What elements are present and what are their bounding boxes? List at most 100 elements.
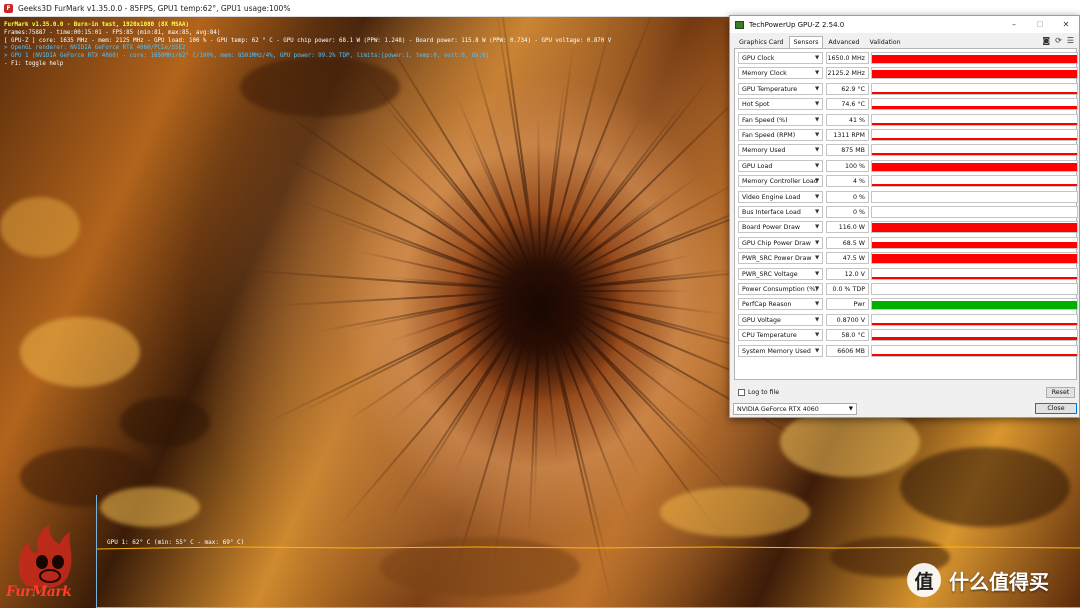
sensor-value: 68.5 W xyxy=(826,236,869,249)
sensor-name[interactable]: System Memory Used xyxy=(738,344,823,357)
gpu-select-value: NVIDIA GeForce RTX 4060 xyxy=(737,406,819,413)
tab-validation[interactable]: Validation xyxy=(865,36,906,48)
sensor-graph-bar xyxy=(872,241,1077,248)
sensor-name[interactable]: GPU Load xyxy=(738,159,823,172)
chevron-down-icon[interactable]: ▼ xyxy=(815,224,819,230)
sensor-graph xyxy=(871,67,1078,80)
sensor-name[interactable]: GPU Temperature xyxy=(738,82,823,95)
close-button[interactable]: Close xyxy=(1035,403,1077,414)
sensor-value: 0 % xyxy=(826,206,869,218)
chevron-down-icon[interactable]: ▼ xyxy=(815,317,819,323)
sensor-row: GPU Load ▼ 100 % xyxy=(738,159,1078,173)
sensor-graph-bar xyxy=(872,223,1077,233)
sensor-name[interactable]: Fan Speed (RPM) xyxy=(738,129,823,141)
chevron-down-icon[interactable]: ▼ xyxy=(815,332,819,338)
chevron-down-icon[interactable]: ▼ xyxy=(815,117,819,123)
sensor-graph xyxy=(871,98,1078,111)
gpuz-window: TechPowerUp GPU-Z 2.54.0 – ☐ ✕ Graphics … xyxy=(729,15,1080,418)
sensor-name[interactable]: Video Engine Load xyxy=(738,190,823,203)
chevron-down-icon[interactable]: ▼ xyxy=(815,86,819,92)
log-to-file-label: Log to file xyxy=(748,389,780,396)
overlay-help: - F1: toggle help xyxy=(4,60,64,67)
chevron-down-icon[interactable]: ▼ xyxy=(815,348,819,354)
sensor-graph xyxy=(871,82,1078,95)
sensor-name[interactable]: Power Consumption (%) xyxy=(738,283,823,295)
chevron-down-icon[interactable]: ▼ xyxy=(815,255,819,261)
sensor-name[interactable]: PWR_SRC Voltage xyxy=(738,267,823,280)
sensor-row: GPU Clock ▼ 1650.0 MHz xyxy=(738,52,1078,65)
close-window-button[interactable]: ✕ xyxy=(1053,16,1079,33)
sensors-panel: GPU Clock ▼ 1650.0 MHz Memory Clock ▼ 2125.2 … xyxy=(734,48,1078,380)
sensor-name[interactable]: GPU Chip Power Draw xyxy=(738,236,823,249)
tab-advanced[interactable]: Advanced xyxy=(823,36,864,48)
sensor-value: Pwr xyxy=(826,298,869,311)
chevron-down-icon[interactable]: ▼ xyxy=(815,209,819,215)
chevron-down-icon[interactable]: ▼ xyxy=(815,163,819,169)
sensor-graph-bar xyxy=(872,322,1077,325)
sensor-value: 6606 MB xyxy=(826,344,869,357)
sensor-row: Bus Interface Load ▼ 0 % xyxy=(738,206,1078,219)
menu-icon[interactable]: ☰ xyxy=(1067,36,1074,45)
sensor-row: GPU Voltage ▼ 0.8700 V xyxy=(738,313,1078,327)
fur-streak xyxy=(539,290,744,504)
gpu-select-dropdown[interactable]: NVIDIA GeForce RTX 4060 ▼ xyxy=(733,403,857,415)
chevron-down-icon[interactable]: ▼ xyxy=(815,271,819,277)
sensor-value: 62.9 °C xyxy=(826,82,869,95)
sensor-row: GPU Temperature ▼ 62.9 °C xyxy=(738,82,1078,96)
tab-sensors[interactable]: Sensors xyxy=(788,36,824,48)
sensor-row: Fan Speed (%) ▼ 41 % xyxy=(738,113,1078,127)
log-to-file-checkbox[interactable] xyxy=(738,389,745,396)
sensor-name[interactable]: GPU Clock xyxy=(738,52,823,64)
sensor-value: 74.6 °C xyxy=(826,98,869,111)
sensor-graph xyxy=(871,221,1078,234)
gpuz-titlebar: TechPowerUp GPU-Z 2.54.0 – ☐ ✕ xyxy=(730,16,1079,33)
sensor-name[interactable]: PWR_SRC Power Draw xyxy=(738,252,823,265)
chevron-down-icon[interactable]: ▼ xyxy=(815,240,819,246)
log-to-file-row[interactable]: Log to file xyxy=(738,389,779,396)
sensor-value: 116.0 W xyxy=(826,221,869,234)
sensor-graph-bar xyxy=(872,70,1077,79)
sensor-name[interactable]: Hot Spot xyxy=(738,98,823,111)
chevron-down-icon[interactable]: ▼ xyxy=(815,132,819,138)
sensor-name[interactable]: PerfCap Reason xyxy=(738,298,823,311)
chevron-down-icon[interactable]: ▼ xyxy=(815,178,819,184)
sensor-row: System Memory Used ▼ 6606 MB xyxy=(738,344,1078,358)
chevron-down-icon[interactable]: ▼ xyxy=(815,147,819,153)
reset-button[interactable]: Reset xyxy=(1046,387,1075,398)
temperature-graph-label: GPU 1: 62° C (min: 55° C - max: 69° C) xyxy=(107,539,245,546)
furmark-app-icon: F xyxy=(4,3,13,13)
chevron-down-icon[interactable]: ▼ xyxy=(815,194,819,200)
tab-graphics-card[interactable]: Graphics Card xyxy=(734,36,789,48)
sensor-value: 58.0 °C xyxy=(826,329,869,342)
fur-blotch xyxy=(0,197,80,257)
chevron-down-icon[interactable]: ▼ xyxy=(815,286,819,292)
minimize-button[interactable]: – xyxy=(1001,16,1027,33)
refresh-icon[interactable]: ⟳ xyxy=(1055,36,1062,45)
sensor-graph xyxy=(871,252,1078,265)
sensor-name[interactable]: GPU Voltage xyxy=(738,313,823,326)
maximize-button[interactable]: ☐ xyxy=(1027,16,1053,33)
smzdm-watermark: 值 什么值得买 xyxy=(907,563,1049,597)
sensor-row: GPU Chip Power Draw ▼ 68.5 W xyxy=(738,236,1078,250)
sensor-name[interactable]: Board Power Draw xyxy=(738,221,823,234)
sensor-graph-bar xyxy=(872,184,1077,187)
sensor-graph-bar xyxy=(872,301,1077,310)
gpuz-app-icon xyxy=(735,20,744,29)
fur-streak xyxy=(537,116,541,292)
sensor-name[interactable]: Memory Used xyxy=(738,144,823,157)
sensor-graph-bar xyxy=(872,276,1077,279)
chevron-down-icon[interactable]: ▼ xyxy=(815,301,819,307)
sensor-name[interactable]: Memory Clock xyxy=(738,67,823,80)
chevron-down-icon[interactable]: ▼ xyxy=(815,70,819,76)
camera-icon[interactable]: ◙ xyxy=(1042,36,1050,45)
sensor-graph-bar xyxy=(872,138,1077,140)
sensor-graph xyxy=(871,283,1078,295)
sensor-name[interactable]: CPU Temperature xyxy=(738,329,823,342)
sensor-name[interactable]: Fan Speed (%) xyxy=(738,113,823,126)
sensor-row: Memory Used ▼ 875 MB xyxy=(738,144,1078,157)
sensor-graph xyxy=(871,329,1078,342)
chevron-down-icon[interactable]: ▼ xyxy=(815,101,819,107)
sensor-name[interactable]: Bus Interface Load xyxy=(738,206,823,218)
chevron-down-icon[interactable]: ▼ xyxy=(815,55,819,61)
sensor-name[interactable]: Memory Controller Load xyxy=(738,175,823,188)
